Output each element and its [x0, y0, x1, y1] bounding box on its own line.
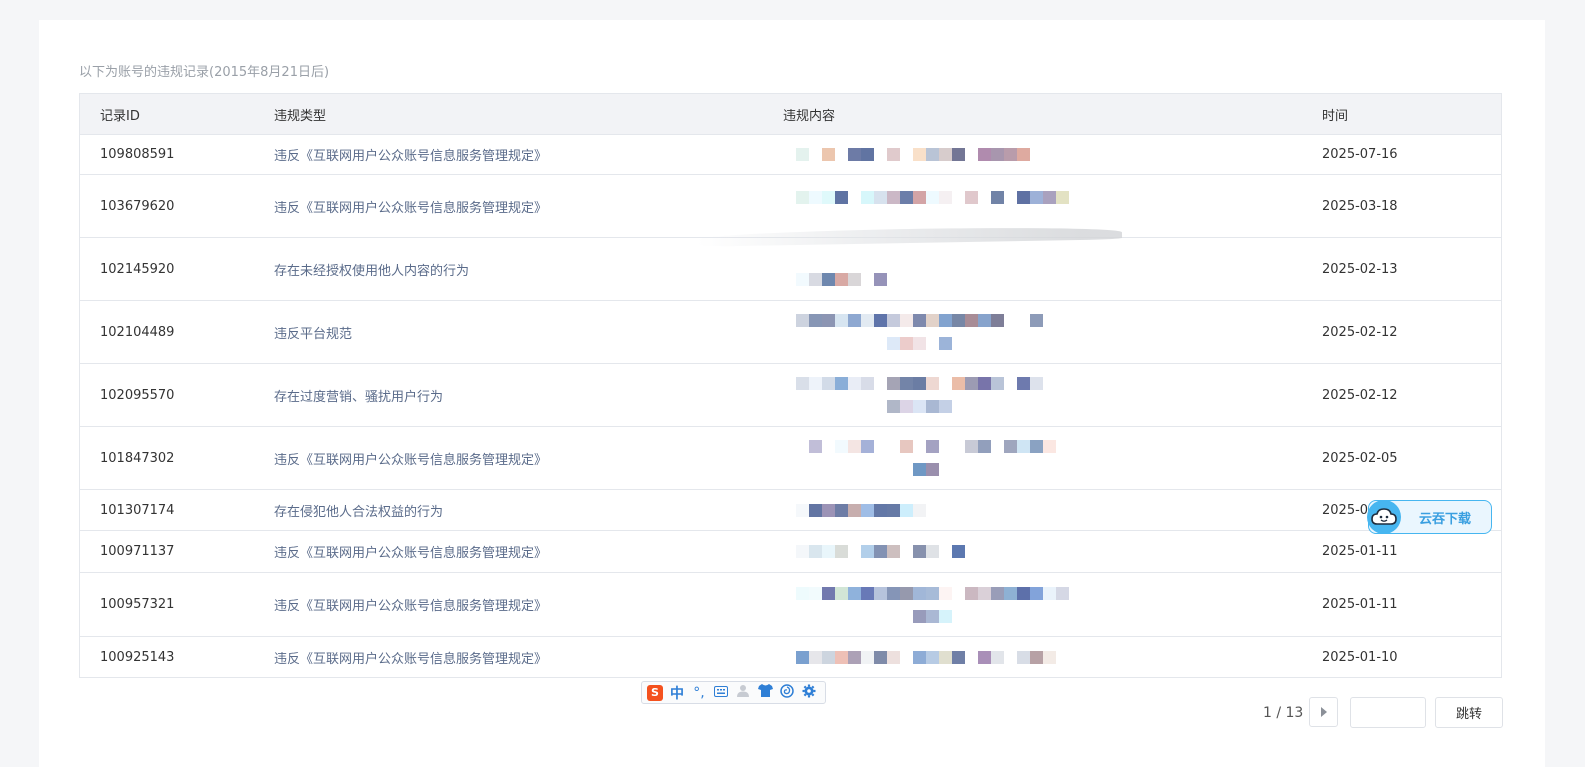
violation-content-redacted [783, 573, 1069, 636]
violation-content-redacted [783, 238, 887, 300]
ime-lang-toggle[interactable]: 中 [669, 683, 685, 703]
caret-right-icon [1320, 707, 1327, 717]
record-id: 100971137 [100, 544, 175, 559]
user-icon[interactable] [735, 684, 751, 701]
gear-icon[interactable] [801, 684, 817, 702]
violation-type[interactable]: 违反平台规范 [274, 301, 352, 363]
table-row: 100971137 违反《互联网用户公众账号信息服务管理规定》 2025-01-… [80, 531, 1501, 573]
table-row: 100925143 违反《互联网用户公众账号信息服务管理规定》 2025-01-… [80, 637, 1501, 677]
redacted-pixels [783, 545, 965, 558]
violation-type[interactable]: 存在侵犯他人合法权益的行为 [274, 490, 443, 530]
record-id: 109808591 [100, 147, 175, 162]
header-violation-type: 违规类型 [274, 108, 327, 124]
redacted-pixels [783, 440, 1056, 453]
violations-table: 记录ID 违规类型 违规内容 时间 109808591 违反《互联网用户公众账号… [79, 93, 1502, 678]
table-row: 101847302 违反《互联网用户公众账号信息服务管理规定》 2025-02-… [80, 427, 1501, 490]
redacted-pixels [783, 314, 1043, 327]
violation-type[interactable]: 违反《互联网用户公众账号信息服务管理规定》 [274, 637, 547, 677]
violations-card: 以下为账号的违规记录(2015年8月21日后) 记录ID 违规类型 违规内容 时… [39, 20, 1545, 767]
record-date: 2025-01-11 [1322, 597, 1398, 612]
header-violation-content: 违规内容 [783, 108, 836, 124]
sogou-logo-icon[interactable]: S [647, 684, 663, 701]
violation-content-redacted [783, 531, 965, 572]
page-jump-input[interactable] [1350, 697, 1426, 728]
ime-toolbar: S 中 °, [641, 681, 826, 704]
violation-content-redacted [783, 364, 1043, 426]
record-date: 2025-01-10 [1322, 649, 1398, 665]
violation-content-redacted [783, 301, 1043, 363]
punctuation-icon[interactable]: °, [691, 685, 707, 701]
table-row: 103679620 违反《互联网用户公众账号信息服务管理规定》 2025-03-… [80, 175, 1501, 238]
violation-type[interactable]: 存在未经授权使用他人内容的行为 [274, 238, 469, 300]
redacted-pixels [783, 377, 1043, 390]
record-id: 102104489 [100, 324, 175, 340]
redacted-pixels [874, 337, 952, 350]
record-date: 2025-02-05 [1322, 450, 1398, 466]
record-id: 100925143 [100, 649, 175, 665]
records-caption: 以下为账号的违规记录(2015年8月21日后) [79, 65, 330, 80]
record-date: 2025-0 [1322, 502, 1369, 518]
record-date: 2025-03-18 [1322, 198, 1398, 214]
jump-button[interactable]: 跳转 [1435, 697, 1503, 728]
record-id: 101847302 [100, 450, 175, 466]
spiral-icon[interactable] [779, 683, 795, 702]
record-id: 100957321 [100, 597, 175, 612]
violation-content-redacted [783, 135, 1030, 174]
record-date: 2025-02-12 [1322, 324, 1398, 340]
redacted-pixels [783, 503, 926, 517]
record-id: 101307174 [100, 502, 175, 518]
violation-type[interactable]: 违反《互联网用户公众账号信息服务管理规定》 [274, 531, 547, 572]
cloud-face-icon [1367, 500, 1401, 534]
table-row: 102145920 存在未经授权使用他人内容的行为 2025-02-13 [80, 238, 1501, 301]
redacted-pixels [900, 463, 939, 476]
header-time: 时间 [1322, 108, 1349, 124]
redacted-pixels [783, 191, 1069, 204]
redacted-pixels [783, 586, 1069, 600]
violation-content-redacted [783, 427, 1056, 489]
record-id: 103679620 [100, 198, 175, 214]
table-header: 记录ID 违规类型 违规内容 时间 [80, 94, 1501, 135]
keyboard-icon[interactable] [713, 685, 729, 701]
table-row: 102095570 存在过度营销、骚扰用户行为 2025-02-12 [80, 364, 1501, 427]
table-row: 109808591 违反《互联网用户公众账号信息服务管理规定》 2025-07-… [80, 135, 1501, 175]
next-page-button[interactable] [1309, 697, 1338, 727]
violation-type[interactable]: 违反《互联网用户公众账号信息服务管理规定》 [274, 573, 547, 636]
record-date: 2025-02-12 [1322, 387, 1398, 403]
record-date: 2025-01-11 [1322, 544, 1398, 559]
redacted-pixels [900, 609, 952, 623]
violation-content-redacted [783, 490, 926, 530]
record-id: 102095570 [100, 387, 175, 403]
redacted-pixels [783, 273, 887, 286]
page-indicator: 1 / 13 [1263, 705, 1304, 721]
record-date: 2025-02-13 [1322, 261, 1398, 277]
violation-type[interactable]: 违反《互联网用户公众账号信息服务管理规定》 [274, 427, 547, 489]
redacted-pixels [874, 400, 952, 413]
table-row: 101307174 存在侵犯他人合法权益的行为 2025-0 [80, 490, 1501, 531]
violation-content-redacted [783, 637, 1056, 677]
record-date: 2025-07-16 [1322, 147, 1398, 162]
header-record-id: 记录ID [100, 108, 140, 124]
violation-type[interactable]: 违反《互联网用户公众账号信息服务管理规定》 [274, 135, 547, 174]
table-row: 102104489 违反平台规范 2025-02-12 [80, 301, 1501, 364]
download-float-button[interactable]: 云吞下载 [1367, 500, 1492, 534]
violation-type[interactable]: 违反《互联网用户公众账号信息服务管理规定》 [274, 175, 547, 237]
table-row: 100957321 违反《互联网用户公众账号信息服务管理规定》 2025-01-… [80, 573, 1501, 637]
redacted-pixels [783, 148, 1030, 161]
shirt-icon[interactable] [757, 684, 773, 701]
violation-type[interactable]: 存在过度营销、骚扰用户行为 [274, 364, 443, 426]
redacted-pixels [783, 650, 1056, 664]
download-label: 云吞下载 [1419, 511, 1472, 527]
record-id: 102145920 [100, 261, 175, 277]
